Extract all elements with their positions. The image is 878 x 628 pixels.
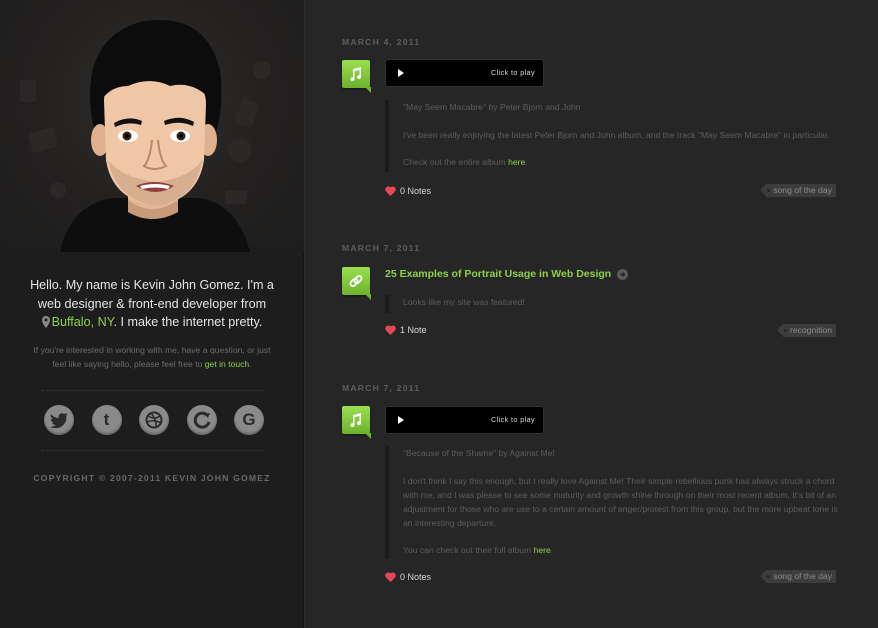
post-text: I've been really enjoying the latest Pet… [403, 129, 830, 140]
portrait [0, 0, 304, 252]
copyright: COPYRIGHT © 2007-2011 KEVIN JOHN GOMEZ [33, 473, 271, 483]
post-text: Looks like my site was featured! [403, 297, 525, 307]
notes-count[interactable]: 0 Notes [385, 186, 431, 196]
notes-label[interactable]: 0 Notes [400, 186, 431, 196]
intro-text: Hello. My name is Kevin John Gomez. I'm … [22, 276, 282, 332]
play-icon[interactable] [398, 416, 404, 424]
heart-icon[interactable] [385, 186, 396, 196]
cta-end: . [550, 545, 554, 555]
quote-title: "Because of the Shame" by Against Me! [403, 448, 555, 458]
tumblr-icon[interactable]: t [91, 405, 122, 435]
quote-title: "May Seem Macabre" by Peter Bjorn and Jo… [403, 102, 581, 112]
post-cta: You can check out their full album here. [403, 543, 840, 557]
notes-label[interactable]: 1 Note [400, 325, 427, 335]
github-glyph: G [242, 410, 256, 429]
post-cta: Check out the entire album here. [403, 155, 840, 169]
album-link[interactable]: here [534, 545, 551, 555]
link-title-text[interactable]: 25 Examples of Portrait Usage in Web Des… [385, 268, 611, 280]
post-date: MARCH 7, 2011 [342, 243, 421, 253]
post-body: Looks like my site was featured! [385, 295, 840, 313]
forrst-icon[interactable] [186, 405, 217, 435]
divider [42, 450, 264, 451]
intro-line-3-rest: . I make the internet pretty. [113, 315, 263, 329]
contact-end: . [249, 359, 252, 369]
intro-line-1: Hello. My name is Kevin John Gomez. I'm … [30, 278, 274, 292]
post-date: MARCH 4, 2011 [342, 37, 421, 47]
sidebar: Hello. My name is Kevin John Gomez. I'm … [0, 0, 304, 628]
social-links: t G [44, 405, 264, 435]
notes-count[interactable]: 1 Note [385, 325, 427, 335]
post-body: "Because of the Shame" by Against Me! I … [385, 446, 840, 559]
music-note-icon [342, 60, 371, 93]
post-tag[interactable]: song of the day [760, 184, 836, 197]
album-link[interactable]: here [508, 157, 525, 167]
post-body: "May Seem Macabre" by Peter Bjorn and Jo… [385, 100, 840, 172]
music-note-icon [342, 406, 371, 439]
cta-end: . [525, 157, 528, 167]
post-feed: MARCH 4, 2011 Click to play "May Seem Ma… [305, 0, 878, 628]
get-in-touch-link[interactable]: get in touch [205, 359, 249, 369]
post-text: I don't think I say this enough, but I r… [403, 475, 838, 528]
heart-icon[interactable] [385, 572, 396, 582]
portrait-illustration [20, 20, 271, 252]
post-date: MARCH 7, 2011 [342, 383, 421, 393]
twitter-icon[interactable] [44, 405, 74, 435]
play-label[interactable]: Click to play [491, 415, 535, 424]
intro-line-2: web designer & front-end developer from [37, 296, 267, 311]
cta-text: Check out the entire album [403, 157, 506, 167]
intro-line-3: Buffalo, NY. I make the internet pretty. [22, 313, 282, 332]
arrow-right-icon[interactable] [617, 268, 629, 280]
heart-icon[interactable] [385, 325, 396, 335]
play-label[interactable]: Click to play [491, 68, 535, 77]
post-link-title[interactable]: 25 Examples of Portrait Usage in Web Des… [385, 268, 629, 280]
github-icon[interactable]: G [234, 405, 264, 435]
location-text: Buffalo, NY [51, 315, 114, 329]
audio-player[interactable]: Click to play [385, 406, 544, 434]
post-tag[interactable]: recognition [776, 324, 836, 337]
contact-text: If you're interested in working with me,… [30, 343, 274, 371]
notes-label[interactable]: 0 Notes [400, 572, 431, 582]
link-icon [342, 267, 371, 300]
divider [42, 390, 264, 391]
tumblr-glyph: t [103, 410, 110, 429]
notes-count[interactable]: 0 Notes [385, 572, 431, 582]
audio-player[interactable]: Click to play [385, 59, 544, 87]
play-icon[interactable] [398, 69, 404, 77]
location-pin-icon [41, 316, 50, 328]
post-tag[interactable]: song of the day [760, 570, 836, 583]
cta-text: You can check out their full album [403, 545, 532, 555]
dribbble-icon[interactable] [139, 405, 169, 435]
